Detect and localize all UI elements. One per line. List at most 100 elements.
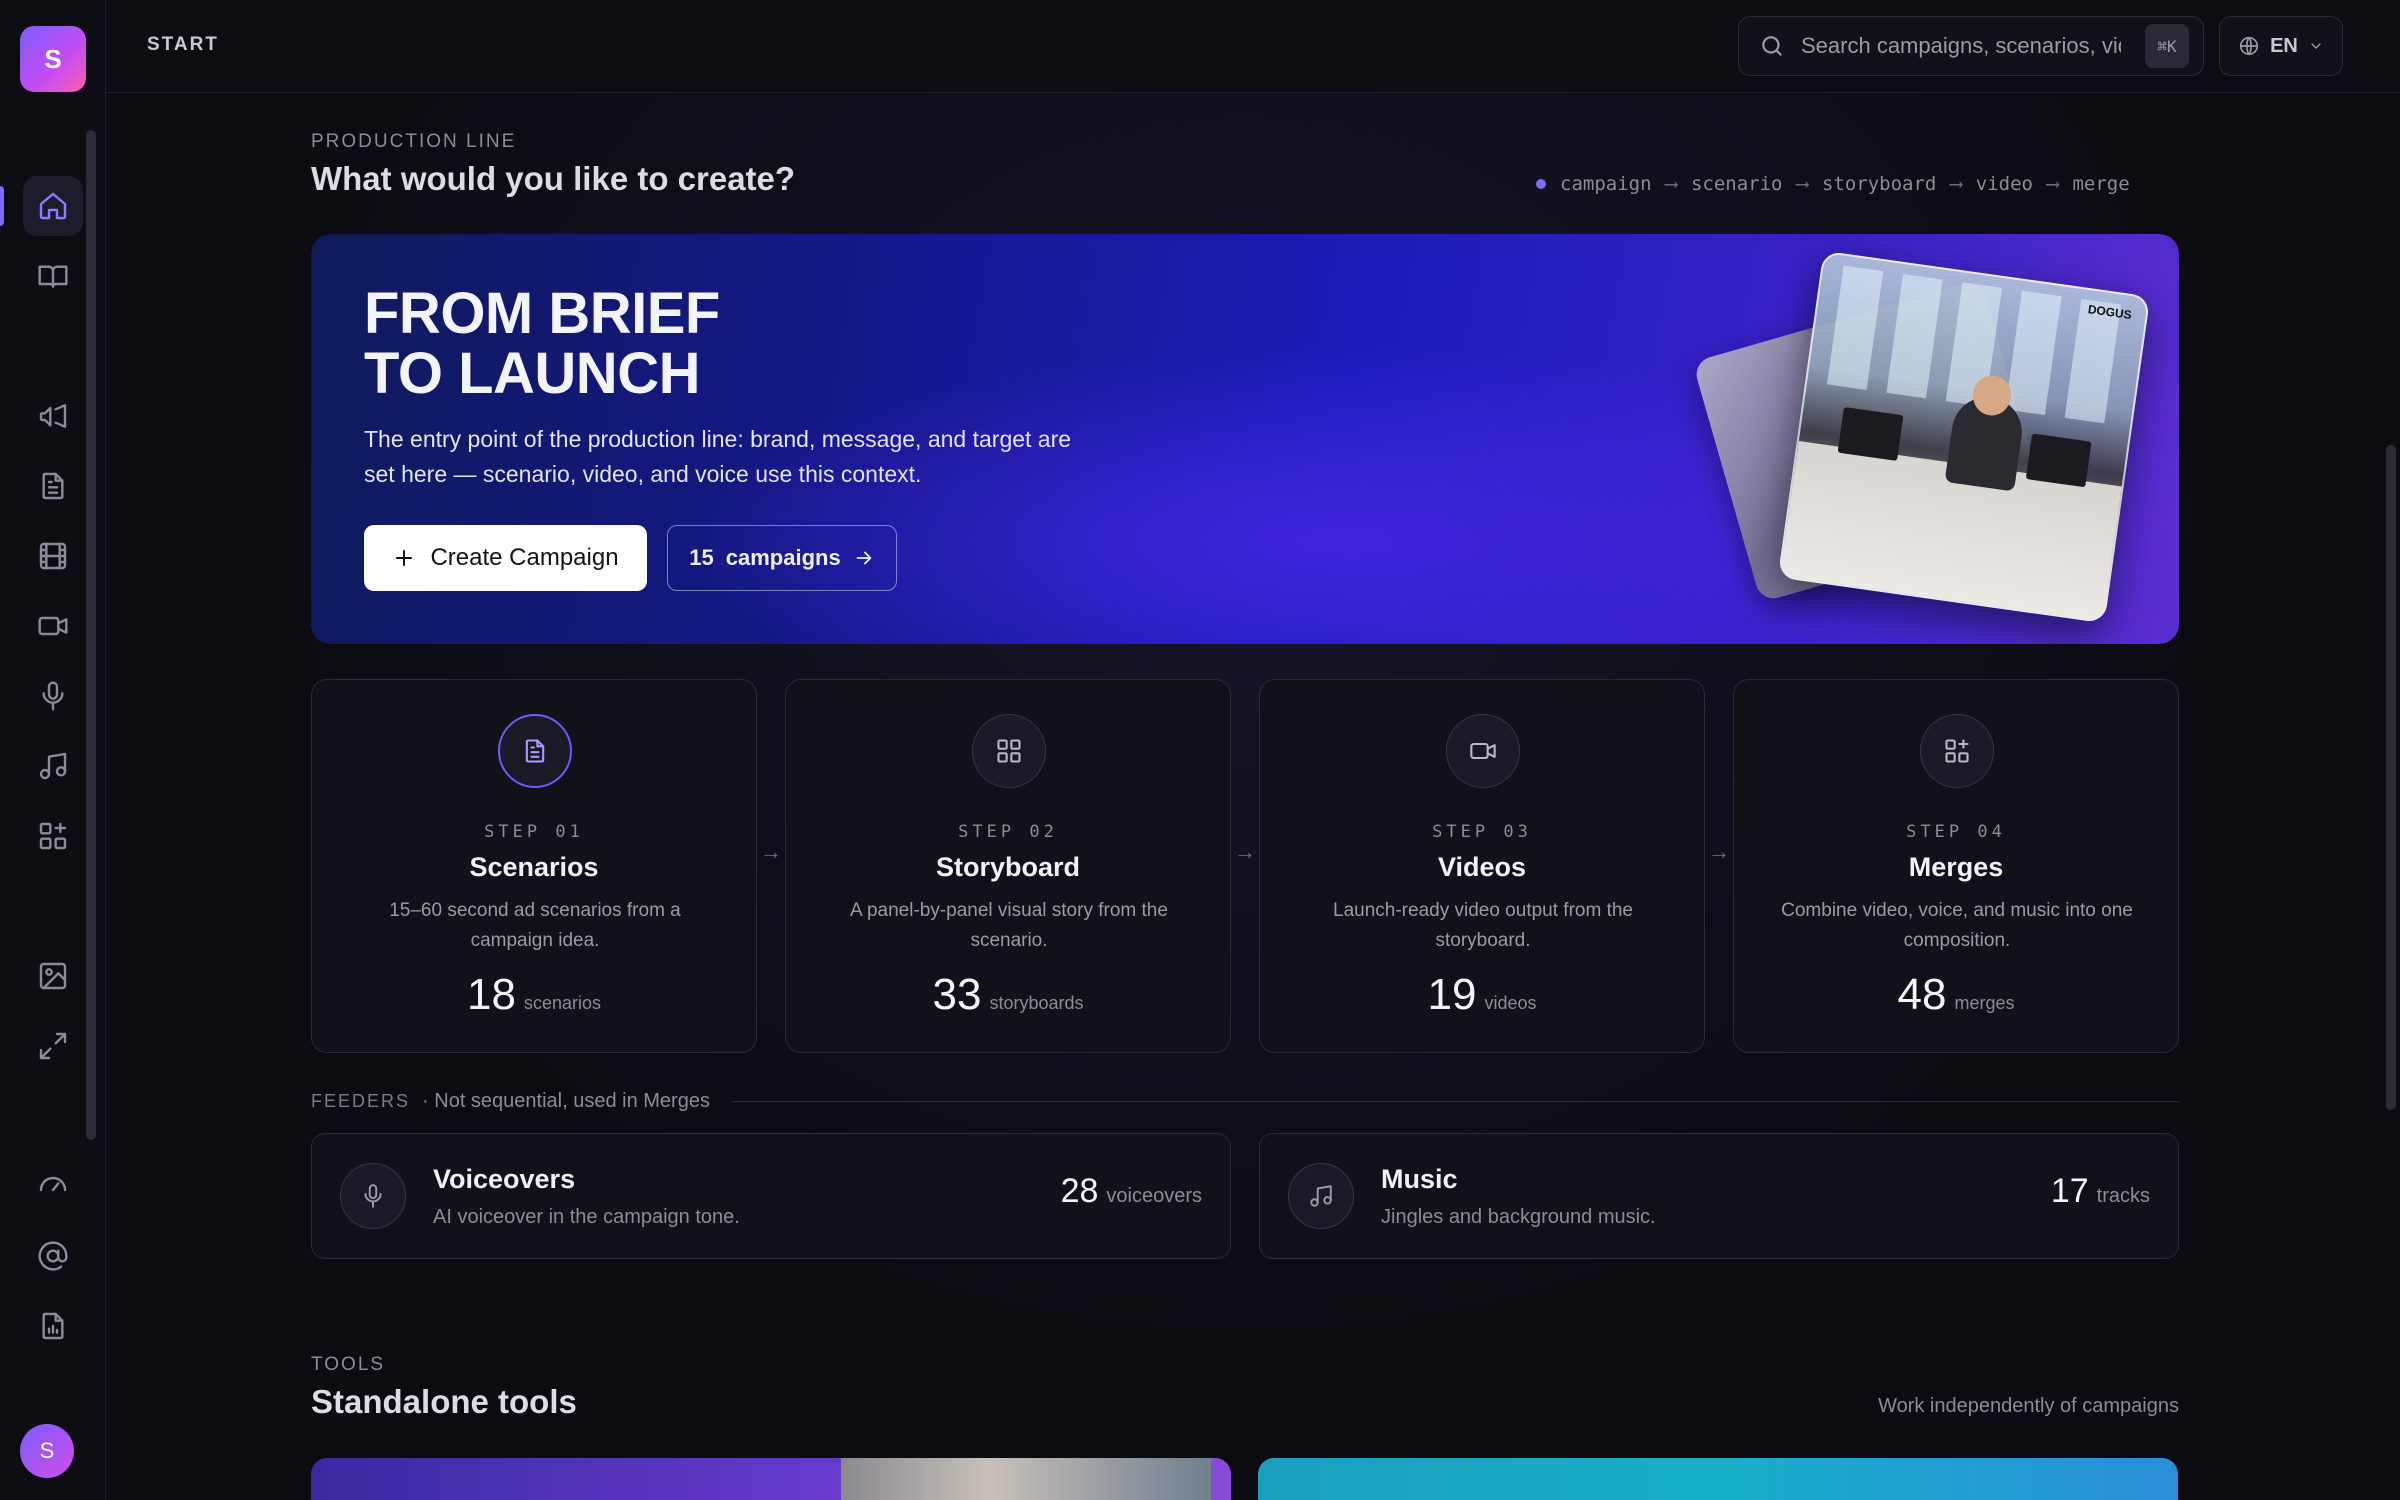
megaphone-icon [39, 404, 67, 428]
step-description: Launch-ready video output from the story… [1333, 900, 1633, 951]
step-card-storyboard[interactable]: STEP 02 Storyboard A panel-by-panel visu… [785, 679, 1231, 1053]
tool-card-upscale[interactable] [1258, 1458, 2178, 1500]
step-name: Storyboard [935, 852, 1081, 882]
sidebar-item-home[interactable] [23, 176, 83, 236]
hero-title: FROM BRIEF TO LAUNCH [364, 284, 720, 404]
hero-banner: FROM BRIEF TO LAUNCH The entry point of … [311, 234, 2179, 644]
tool-card-images[interactable] [311, 1458, 1231, 1500]
main-content: PRODUCTION LINE What would you like to c… [106, 93, 2386, 1500]
feeder-card-voiceovers[interactable]: Voiceovers AI voiceover in the campaign … [311, 1133, 1231, 1259]
at-icon [38, 1241, 68, 1271]
feeder-card-music[interactable]: Music Jingles and background music. 17 t… [1259, 1133, 2179, 1259]
app-logo[interactable]: S [20, 26, 86, 92]
step-icon-wrap [1920, 714, 1994, 788]
merge-icon [1945, 739, 1969, 763]
music-icon [39, 752, 67, 780]
sidebar-item-voiceovers[interactable] [23, 666, 83, 726]
feeder-unit: voiceovers [1106, 1185, 1202, 1207]
document-icon [525, 739, 545, 763]
feeder-title: Music [1381, 1164, 1458, 1194]
sidebar-item-merges[interactable] [23, 806, 83, 866]
step-connector-arrow: → [1234, 839, 1256, 864]
campaign-count: 15 [689, 545, 714, 570]
microphone-icon [364, 1184, 382, 1208]
step-count: 48 [1897, 970, 1947, 1019]
photo-window [2005, 290, 2062, 416]
step-stat: 18 scenarios [312, 970, 756, 1020]
pipeline-arrow: ⟶ [1796, 173, 1808, 195]
step-description: A panel-by-panel visual story from the s… [850, 900, 1168, 951]
tools-title: Standalone tools [311, 1383, 577, 1420]
campaigns-link-button[interactable]: 15 campaigns [667, 525, 897, 591]
search-box[interactable]: ⌘K [1738, 16, 2204, 76]
language-selector[interactable]: EN [2219, 16, 2343, 76]
hero-title-line1: FROM BRIEF [364, 281, 720, 346]
photo-monitor [1837, 407, 1904, 461]
sidebar-item-storyboard[interactable] [23, 526, 83, 586]
step-unit: merges [1954, 993, 2015, 1013]
feeder-icon-wrap [1288, 1163, 1354, 1229]
photo-window [1826, 265, 1884, 390]
language-label: EN [2270, 34, 2298, 57]
page-scrollbar[interactable] [2386, 445, 2396, 1110]
create-campaign-button[interactable]: Create Campaign [364, 525, 647, 591]
step-icon-wrap [498, 714, 572, 788]
microphone-icon [42, 681, 64, 711]
sidebar-scrollbar[interactable] [86, 130, 96, 1140]
feeders-header: FEEDERS · Not sequential, used in Merges [311, 1090, 2179, 1113]
tool-card-image [841, 1458, 1211, 1500]
top-header: START ⌘K EN [106, 0, 2400, 93]
sidebar-item-reports[interactable] [23, 1296, 83, 1356]
expand-icon [39, 1032, 67, 1060]
step-stat: 19 videos [1260, 970, 1704, 1020]
feeder-title: Voiceovers [433, 1164, 576, 1194]
sidebar-item-guide[interactable] [23, 246, 83, 306]
step-connector-arrow: → [1708, 839, 1730, 864]
step-number: STEP 04 [1906, 822, 2006, 842]
pipeline-dot [1536, 179, 1546, 189]
sidebar-item-campaigns[interactable] [23, 386, 83, 446]
step-card-merges[interactable]: STEP 04 Merges Combine video, voice, and… [1733, 679, 2179, 1053]
search-input[interactable] [1801, 33, 2121, 59]
step-number: STEP 03 [1432, 822, 1532, 842]
step-name: Videos [1437, 852, 1527, 882]
photo-monitor [2025, 433, 2092, 488]
step-unit: videos [1484, 993, 1537, 1013]
step-connector-arrow: → [760, 839, 782, 864]
sidebar-item-videos[interactable] [23, 596, 83, 656]
breadcrumb: START [147, 34, 219, 55]
step-description: 15–60 second ad scenarios from a campaig… [389, 900, 681, 951]
video-icon [1470, 742, 1496, 760]
user-avatar[interactable]: S [20, 1424, 74, 1478]
video-icon [38, 616, 68, 636]
step-icon-wrap [1446, 714, 1520, 788]
step-icon-wrap [972, 714, 1046, 788]
step-count: 18 [467, 970, 516, 1019]
sidebar-item-usage[interactable] [23, 1156, 83, 1216]
feeder-stat: 17 tracks [2051, 1172, 2150, 1211]
step-count: 33 [932, 970, 982, 1019]
search-icon [1762, 36, 1782, 56]
step-count: 19 [1427, 970, 1477, 1019]
feeders-divider [731, 1101, 2179, 1102]
pipeline-flow: campaign ⟶ scenario ⟶ storyboard ⟶ video… [1536, 173, 2130, 195]
nav-active-indicator [0, 186, 4, 226]
step-card-videos[interactable]: STEP 03 Videos Launch-ready video output… [1259, 679, 1705, 1053]
book-icon [38, 265, 68, 288]
step-unit: storyboards [989, 993, 1084, 1013]
pipeline-step: scenario [1690, 173, 1783, 195]
pipeline-step: video [1975, 173, 2033, 195]
document-icon [42, 472, 64, 500]
step-card-scenarios[interactable]: STEP 01 Scenarios 15–60 second ad scenar… [311, 679, 757, 1053]
sidebar-item-images[interactable] [23, 946, 83, 1006]
sidebar-item-music[interactable] [23, 736, 83, 796]
sidebar-item-scenarios[interactable] [23, 456, 83, 516]
pipeline-arrow: ⟶ [1950, 173, 1962, 195]
gauge-icon [39, 1176, 67, 1192]
sidebar-item-contact[interactable] [23, 1226, 83, 1286]
feeder-description: AI voiceover in the campaign tone. [433, 1206, 740, 1228]
music-icon [1310, 1185, 1332, 1207]
tools-note: Work independently of campaigns [1878, 1395, 2179, 1417]
hero-photo-office: DOGUS [1777, 250, 2151, 624]
sidebar-item-upscale[interactable] [23, 1016, 83, 1076]
